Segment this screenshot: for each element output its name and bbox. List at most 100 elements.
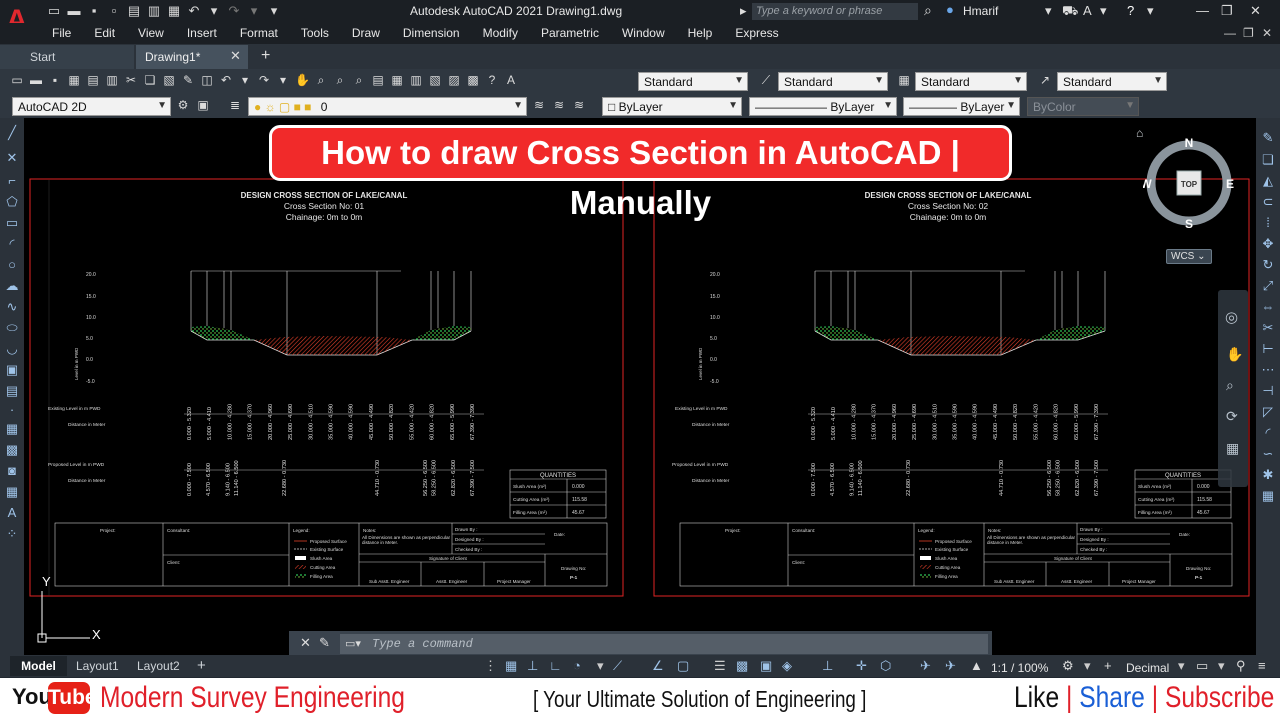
home-icon[interactable]: ⌂	[1136, 126, 1143, 140]
layer-state-icon[interactable]: ≋	[572, 97, 586, 114]
redo-icon[interactable]: ↷	[257, 72, 271, 89]
help-icon[interactable]: ?	[485, 72, 499, 89]
tool-palettes-icon[interactable]: ▥	[409, 72, 423, 89]
quickcalc-icon[interactable]: ▩	[466, 72, 480, 89]
cut-icon[interactable]: ✂	[124, 72, 138, 89]
quick-properties-icon[interactable]: ▭	[1196, 658, 1208, 674]
move-gizmo-icon[interactable]: ⬡	[880, 658, 891, 674]
help-search-input[interactable]: Type a keyword or phrase	[752, 3, 918, 20]
publish-icon[interactable]: ▥	[105, 72, 119, 89]
user-icon[interactable]: ●	[946, 2, 954, 17]
isodraft-icon[interactable]: ⟋	[613, 658, 622, 674]
undo-dropdown-icon[interactable]: ▾	[206, 3, 222, 19]
a360-icon[interactable]: A	[1083, 3, 1092, 18]
color-select[interactable]: □ ByLayer ▼	[602, 97, 742, 116]
3d-osnap-icon[interactable]: ◈	[782, 658, 792, 674]
mleader-style-icon[interactable]: ↗	[1038, 72, 1052, 89]
user-dropdown-icon[interactable]: ▾	[1045, 3, 1052, 19]
menu-window[interactable]: Window	[622, 26, 665, 40]
block-editor-icon[interactable]: ◫	[200, 72, 214, 89]
undo-icon[interactable]: ↶	[219, 72, 233, 89]
orbit-icon[interactable]: ⟳	[1226, 408, 1238, 425]
viewcube-top[interactable]: TOP	[1181, 180, 1198, 189]
recent-commands-icon[interactable]: ▭▾	[345, 637, 361, 650]
menu-express[interactable]: Express	[735, 26, 778, 40]
layer-previous-icon[interactable]: ≋	[552, 97, 566, 114]
dim-style-select[interactable]: Standard ▼	[778, 72, 888, 91]
spline-icon[interactable]: ∿	[4, 299, 20, 315]
offset-icon[interactable]: ⊂	[1260, 194, 1276, 210]
rotate-icon[interactable]: ↻	[1260, 257, 1276, 273]
tab-layout2[interactable]: Layout2	[137, 656, 180, 676]
close-icon[interactable]: ✕	[300, 635, 311, 651]
annotation-scale-icon[interactable]: ▲	[970, 658, 983, 673]
save-web-icon[interactable]: ▥	[146, 3, 162, 19]
move-icon[interactable]: ✥	[1260, 236, 1276, 252]
table-icon[interactable]: ▦	[4, 484, 20, 500]
properties-icon[interactable]: ▤	[371, 72, 385, 89]
menu-draw[interactable]: Draw	[352, 26, 380, 40]
redo-dropdown-icon[interactable]: ▾	[246, 3, 262, 19]
qat-dropdown-icon[interactable]: ▾	[266, 3, 282, 19]
auto-scale-icon[interactable]: ✈	[945, 658, 956, 674]
region-icon[interactable]: ◙	[4, 463, 20, 478]
user-name[interactable]: Hmarif	[963, 4, 998, 18]
search-expand-icon[interactable]: ▸	[740, 3, 747, 19]
help-dropdown-icon[interactable]: ▾	[1147, 3, 1154, 19]
doc-minimize-icon[interactable]: —	[1224, 26, 1236, 40]
open-web-icon[interactable]: ▤	[126, 3, 142, 19]
make-current-layer-icon[interactable]: ≋	[532, 97, 546, 114]
save-as-icon[interactable]: ▫	[106, 3, 122, 19]
insert-block-icon[interactable]: ▣	[4, 362, 20, 378]
scale-icon[interactable]: ⤢	[1260, 278, 1276, 294]
lineweight-select[interactable]: ———— ByLayer ▼	[903, 97, 1020, 116]
help-icon[interactable]: ?	[1127, 3, 1134, 18]
new-file-icon[interactable]: ▭	[46, 3, 62, 19]
undo-list-icon[interactable]: ▾	[238, 72, 252, 89]
save-icon[interactable]: ▪	[48, 72, 62, 89]
close-icon[interactable]: ✕	[1250, 3, 1261, 19]
menu-insert[interactable]: Insert	[187, 26, 217, 40]
redo-list-icon[interactable]: ▾	[276, 72, 290, 89]
selection-cycling-icon[interactable]: ▣	[760, 658, 772, 674]
units-value[interactable]: Decimal	[1126, 661, 1169, 675]
join-icon[interactable]: ⊣	[1260, 383, 1276, 399]
fillet-icon[interactable]: ◜	[1260, 425, 1276, 441]
workspace-dropdown-icon[interactable]: ▾	[1084, 658, 1091, 674]
customize-status-icon[interactable]: ≡	[1258, 658, 1266, 673]
plot-icon[interactable]: ▦	[67, 72, 81, 89]
wcs-menu[interactable]: WCS ⌄	[1166, 249, 1212, 264]
arc-icon[interactable]: ◜	[4, 236, 20, 252]
save-icon[interactable]: ▪	[86, 3, 102, 19]
tab-layout1[interactable]: Layout1	[76, 656, 119, 676]
menu-format[interactable]: Format	[240, 26, 278, 40]
dim-style-icon[interactable]: ⟋	[759, 72, 773, 89]
text-style-select[interactable]: Standard ▼	[638, 72, 748, 91]
viewcube-w[interactable]: W	[1143, 177, 1152, 191]
polygon-icon[interactable]: ⬠	[4, 194, 20, 210]
menu-parametric[interactable]: Parametric	[541, 26, 599, 40]
viewcube[interactable]: TOP N S E W	[1143, 136, 1235, 228]
menu-dimension[interactable]: Dimension	[403, 26, 460, 40]
plot-icon[interactable]: ▦	[166, 3, 182, 19]
explode-icon[interactable]: ✱	[1260, 467, 1276, 483]
annotation-visibility-icon[interactable]: ✈	[920, 658, 931, 674]
array-icon[interactable]: ⁞	[1260, 215, 1276, 230]
linetype-select[interactable]: —————— ByLayer ▼	[749, 97, 897, 116]
command-input[interactable]: Type a command	[340, 634, 988, 654]
grid-icon[interactable]: ▦	[505, 658, 517, 674]
redo-icon[interactable]: ↷	[226, 3, 242, 19]
blend-icon[interactable]: ∽	[1260, 446, 1276, 462]
mleader-style-select[interactable]: Standard ▼	[1057, 72, 1167, 91]
line-icon[interactable]: ╱	[4, 125, 20, 141]
workspace-gear-icon[interactable]: ⚙	[1062, 658, 1074, 674]
markup-icon[interactable]: ▨	[447, 72, 461, 89]
qnew-icon[interactable]: ▭	[10, 72, 24, 89]
hatch-edit-icon[interactable]: ▦	[1260, 488, 1276, 504]
chamfer-icon[interactable]: ◸	[1260, 404, 1276, 420]
ortho-icon[interactable]: ∟	[549, 658, 562, 673]
menu-help[interactable]: Help	[688, 26, 713, 40]
table-style-icon[interactable]: ▦	[897, 72, 911, 89]
design-center-icon[interactable]: ▦	[390, 72, 404, 89]
menu-tools[interactable]: Tools	[301, 26, 329, 40]
